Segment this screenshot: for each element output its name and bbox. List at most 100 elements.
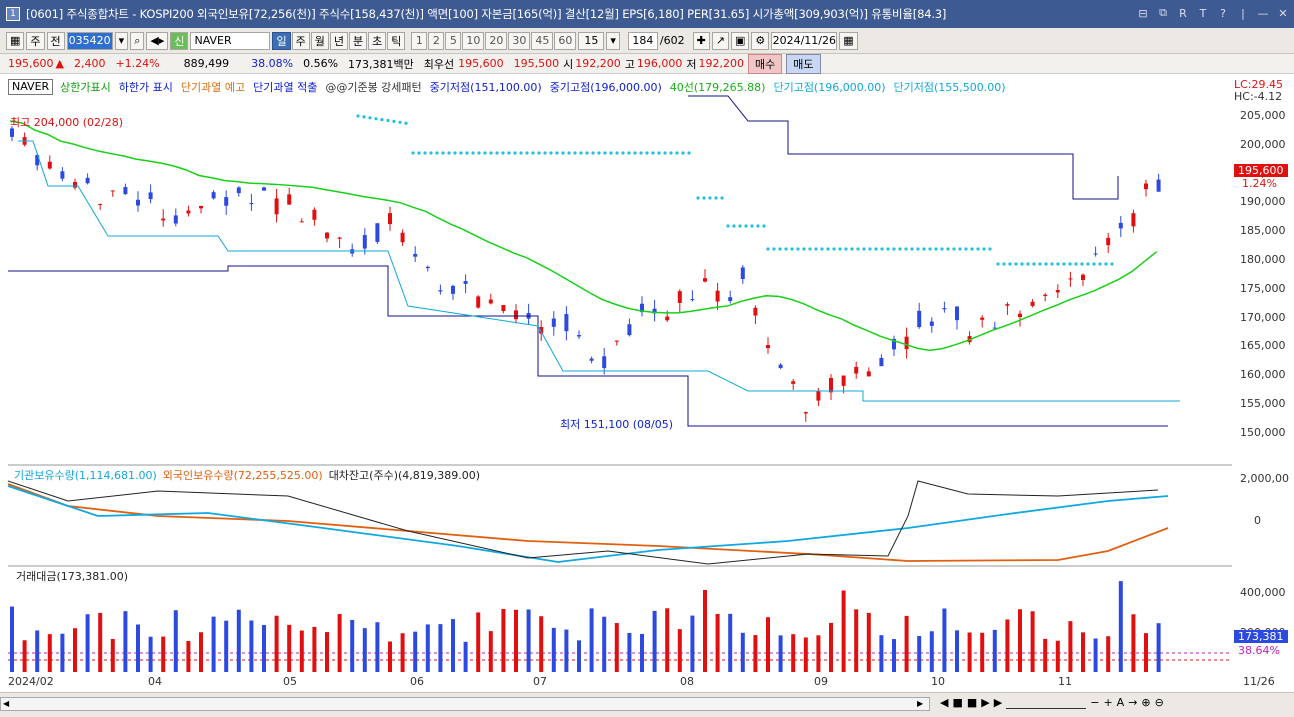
amount-bar — [1131, 614, 1136, 672]
move-left-icon[interactable]: → — [1128, 696, 1137, 709]
period-tab[interactable]: 주 — [291, 31, 310, 50]
interval-select[interactable]: 15 — [578, 31, 605, 50]
prev-button[interactable]: 전 — [46, 31, 65, 50]
amount-bar — [1156, 623, 1161, 672]
period-tab[interactable]: 일 — [272, 31, 291, 50]
count-input[interactable]: 184 — [627, 31, 658, 50]
signal-dot — [417, 151, 421, 155]
indicator-legend-item[interactable]: 외국인보유수량(72,255,525.00) — [163, 467, 323, 483]
stock-chart[interactable]: 최고 204,000 (02/28) 최저 151,100 (08/05) 거래… — [8, 76, 1232, 672]
plus-icon[interactable]: + — [1103, 696, 1112, 709]
help-icon[interactable]: ? — [1216, 6, 1230, 20]
amount-bar — [413, 631, 418, 672]
period-select[interactable]: 주 — [26, 31, 45, 50]
sound-icon[interactable]: ◀▸ — [146, 31, 169, 50]
interval-dropdown-icon[interactable]: ▾ — [606, 31, 620, 50]
date-input[interactable]: 2024/11/26 — [771, 31, 838, 50]
code-input[interactable]: 035420 — [66, 31, 113, 50]
indicator-legend-item[interactable]: 기관보유수량(1,114,681.00) — [14, 467, 157, 483]
legend-item[interactable]: 40선(179,265.88) — [670, 79, 766, 95]
legend-item[interactable]: 단기과열 예고 — [181, 79, 245, 95]
calendar-icon[interactable]: ▦ — [839, 31, 858, 50]
signal-dot — [579, 151, 583, 155]
legend-item[interactable]: 중기저점(151,100.00) — [430, 79, 542, 95]
symbol-box[interactable]: NAVER — [8, 79, 54, 95]
window-icon[interactable]: 1 — [6, 7, 20, 21]
amount-bar — [677, 629, 682, 672]
legend-item[interactable]: 중기고점(196,000.00) — [550, 79, 662, 95]
grid-icon[interactable]: ▦ — [6, 31, 25, 50]
restore-icon[interactable]: ⧉ — [1156, 6, 1170, 20]
signal-dot — [814, 247, 818, 251]
legend-item[interactable]: 하한가 표시 — [119, 79, 173, 95]
volume: 889,499 — [183, 57, 230, 70]
amount-bar — [1043, 638, 1048, 672]
hc-value: HC:-4.12 — [1234, 90, 1283, 103]
minus-icon[interactable]: − — [1090, 696, 1099, 709]
period-tab[interactable]: 년 — [329, 31, 348, 50]
candle-body — [199, 205, 203, 209]
signal-dot — [567, 151, 571, 155]
period-tab[interactable]: 틱 — [387, 31, 406, 50]
draw-icon[interactable]: ↗ — [711, 31, 730, 50]
amount-bar — [967, 632, 972, 672]
dropdown-icon[interactable]: ▾ — [114, 31, 129, 50]
indicator-legend-item[interactable]: 대차잔고(주수)(4,819,389.00) — [329, 467, 480, 483]
sell-button[interactable]: 매도 — [786, 53, 821, 74]
candle-body — [854, 366, 859, 374]
legend-item[interactable]: 단기고점(196,000.00) — [773, 79, 885, 95]
amount-bar — [551, 627, 556, 672]
date-axis-label: 04 — [148, 675, 162, 688]
zoom-in-icon[interactable]: ⊕ — [1141, 696, 1150, 709]
search-icon[interactable]: ⌕ — [130, 31, 145, 50]
interval-tab[interactable]: 10 — [462, 31, 485, 50]
signal-dot — [898, 247, 902, 251]
legend-item[interactable]: @@기준봉 강세패턴 — [325, 79, 421, 95]
interval-tab[interactable]: 20 — [485, 31, 508, 50]
price-axis-label: 200,000 — [1240, 137, 1286, 151]
interval-tab[interactable]: 5 — [445, 31, 462, 50]
legend-item[interactable]: 단기저점(155,500.00) — [894, 79, 1006, 95]
settings-icon[interactable]: ⚙ — [751, 31, 770, 50]
play-icon[interactable]: ▶ — [981, 696, 989, 709]
interval-tab[interactable]: 2 — [428, 31, 445, 50]
amount-bar — [715, 613, 720, 672]
legend-item[interactable]: 단기과열 적출 — [253, 79, 317, 95]
scrollbar[interactable]: ◀ ▶ — [0, 697, 930, 711]
interval-tab[interactable]: 60 — [554, 31, 577, 50]
signal-dot — [501, 151, 505, 155]
interval-tab[interactable]: 30 — [508, 31, 531, 50]
minimize-icon[interactable]: — — [1256, 6, 1270, 20]
stop-icon[interactable]: ■ — [967, 696, 977, 709]
pause-icon[interactable]: ■ — [952, 696, 962, 709]
pan-icon[interactable]: ⊖ — [1155, 696, 1164, 709]
slider-icon[interactable] — [1006, 696, 1087, 709]
candle-body — [1068, 278, 1073, 280]
rewind-icon[interactable]: ◀ — [940, 696, 948, 709]
t-icon[interactable]: T — [1196, 6, 1210, 20]
legend-item[interactable]: 상한가표시 — [60, 79, 111, 95]
tile-icon[interactable]: ⊟ — [1136, 6, 1150, 20]
r-icon[interactable]: R — [1176, 6, 1190, 20]
period-tab[interactable]: 분 — [348, 31, 368, 50]
title-bar: 1 [0601] 주식종합차트 - KOSPI200 외국인보유[72,256(… — [0, 0, 1294, 28]
name-field[interactable]: NAVER — [190, 31, 271, 50]
scroll-right-icon[interactable]: ▶ — [917, 699, 927, 709]
scroll-left-icon[interactable]: ◀ — [3, 699, 13, 709]
signal-dot — [778, 247, 782, 251]
signal-dot — [1056, 262, 1060, 266]
interval-tab[interactable]: 1 — [411, 31, 428, 50]
close-icon[interactable]: ✕ — [1276, 6, 1290, 20]
price-axis-label: 185,000 — [1240, 224, 1286, 238]
buy-button[interactable]: 매수 — [748, 53, 783, 74]
signal-dot — [597, 151, 601, 155]
save-icon[interactable]: ▣ — [731, 31, 750, 50]
font-icon[interactable]: A — [1117, 696, 1125, 709]
signal-dot — [850, 247, 854, 251]
interval-tab[interactable]: 45 — [531, 31, 554, 50]
crosshair-icon[interactable]: ✚ — [692, 31, 710, 50]
period-tab[interactable]: 월 — [310, 31, 329, 50]
period-tab[interactable]: 초 — [368, 31, 387, 50]
forward-icon[interactable]: ▶ — [994, 696, 1002, 709]
best-label: 최우선 — [423, 57, 455, 71]
